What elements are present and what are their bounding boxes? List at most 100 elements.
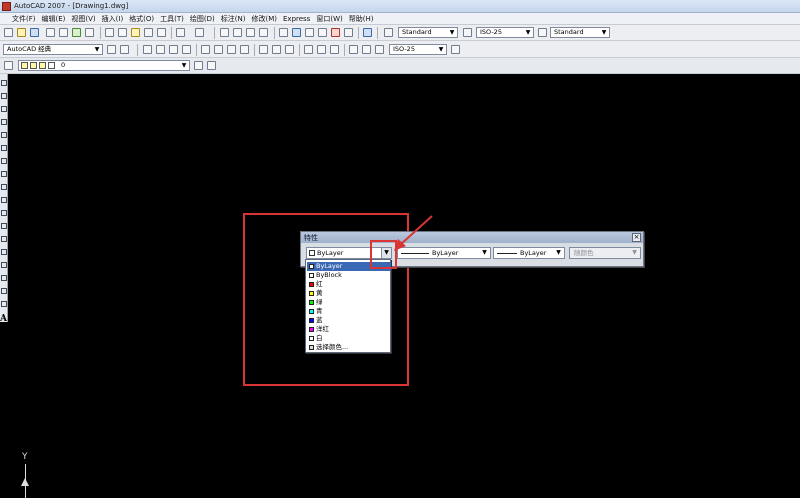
3d-dwf-icon[interactable] bbox=[85, 28, 94, 37]
insert-block-icon[interactable] bbox=[1, 223, 7, 229]
revcloud-icon[interactable] bbox=[1, 171, 7, 177]
dim-style-combo-2[interactable]: ISO-25 ▼ bbox=[389, 44, 447, 55]
redo-icon[interactable] bbox=[195, 28, 204, 37]
block-editor-icon[interactable] bbox=[157, 28, 166, 37]
circle-icon[interactable] bbox=[1, 158, 7, 164]
make-block-icon[interactable] bbox=[1, 236, 7, 242]
menu-item[interactable]: Express bbox=[280, 15, 313, 23]
dim-edit-icon[interactable] bbox=[349, 45, 358, 54]
color-option[interactable]: 黄 bbox=[307, 289, 391, 298]
zoom-realtime-icon[interactable] bbox=[233, 28, 242, 37]
gradient-icon[interactable] bbox=[1, 275, 7, 281]
polygon-icon[interactable] bbox=[1, 119, 7, 125]
plot-preview-icon[interactable] bbox=[59, 28, 68, 37]
workspace-combo[interactable]: AutoCAD 经典 ▼ bbox=[3, 44, 103, 55]
multiline-text-icon[interactable]: A bbox=[0, 314, 7, 324]
table-style-icon[interactable] bbox=[538, 28, 547, 37]
color-option[interactable]: 洋红 bbox=[307, 325, 391, 334]
menu-item[interactable]: 插入(I) bbox=[99, 14, 127, 24]
quick-dim-icon[interactable] bbox=[259, 45, 268, 54]
menu-item[interactable]: 工具(T) bbox=[157, 14, 187, 24]
menu-item[interactable]: 绘图(D) bbox=[187, 14, 218, 24]
menu-item[interactable]: 编辑(E) bbox=[39, 14, 69, 24]
color-option[interactable]: 白 bbox=[307, 334, 391, 343]
menu-item[interactable]: 视图(V) bbox=[68, 14, 98, 24]
color-option[interactable]: 红 bbox=[307, 280, 391, 289]
help-icon[interactable] bbox=[363, 28, 372, 37]
workspace-settings-icon[interactable] bbox=[107, 45, 116, 54]
publish-icon[interactable] bbox=[72, 28, 81, 37]
center-mark-icon[interactable] bbox=[330, 45, 339, 54]
ellipse-arc-icon[interactable] bbox=[1, 210, 7, 216]
match-properties-icon[interactable] bbox=[144, 28, 153, 37]
new-file-icon[interactable] bbox=[4, 28, 13, 37]
baseline-dim-icon[interactable] bbox=[272, 45, 281, 54]
pan-icon[interactable] bbox=[220, 28, 229, 37]
properties-icon[interactable] bbox=[279, 28, 288, 37]
dim-text-edit-icon[interactable] bbox=[362, 45, 371, 54]
hatch-icon[interactable] bbox=[1, 262, 7, 268]
table-style-combo[interactable]: Standard ▼ bbox=[550, 27, 610, 38]
layer-combo[interactable]: 0 ▼ bbox=[18, 60, 190, 71]
text-style-icon[interactable] bbox=[384, 28, 393, 37]
zoom-previous-icon[interactable] bbox=[259, 28, 268, 37]
plot-icon[interactable] bbox=[46, 28, 55, 37]
autocad-app-icon[interactable] bbox=[2, 2, 11, 11]
dim-update-icon[interactable] bbox=[375, 45, 384, 54]
jogged-dim-icon[interactable] bbox=[214, 45, 223, 54]
menu-item[interactable]: 窗口(W) bbox=[313, 14, 345, 24]
lineweight-control[interactable]: ByLayer ▼ bbox=[493, 247, 565, 259]
color-option[interactable]: 绿 bbox=[307, 298, 391, 307]
color-option[interactable]: ByBlock bbox=[307, 271, 391, 280]
menu-item[interactable]: 标注(N) bbox=[218, 14, 249, 24]
properties-toolbar-titlebar[interactable]: 特性 × bbox=[301, 232, 643, 243]
dim-style-combo[interactable]: ISO-25 ▼ bbox=[476, 27, 534, 38]
color-option[interactable]: 青 bbox=[307, 307, 391, 316]
zoom-window-icon[interactable] bbox=[246, 28, 255, 37]
diameter-dim-icon[interactable] bbox=[227, 45, 236, 54]
layer-previous-icon[interactable] bbox=[207, 61, 216, 70]
ellipse-icon[interactable] bbox=[1, 197, 7, 203]
construction-line-icon[interactable] bbox=[1, 93, 7, 99]
menu-item[interactable]: 帮助(H) bbox=[346, 14, 377, 24]
line-icon[interactable] bbox=[1, 80, 7, 86]
angular-dim-icon[interactable] bbox=[240, 45, 249, 54]
aligned-dim-icon[interactable] bbox=[156, 45, 165, 54]
design-center-icon[interactable] bbox=[292, 28, 301, 37]
arc-icon[interactable] bbox=[1, 145, 7, 151]
continue-dim-icon[interactable] bbox=[285, 45, 294, 54]
region-icon[interactable] bbox=[1, 288, 7, 294]
workspace-save-icon[interactable] bbox=[120, 45, 129, 54]
menu-item[interactable]: 格式(O) bbox=[126, 14, 157, 24]
make-current-layer-icon[interactable] bbox=[194, 61, 203, 70]
cut-icon[interactable] bbox=[105, 28, 114, 37]
point-icon[interactable] bbox=[1, 249, 7, 255]
quick-leader-icon[interactable] bbox=[304, 45, 313, 54]
layer-manager-icon[interactable] bbox=[4, 61, 13, 70]
color-option[interactable]: 选择颜色... bbox=[307, 343, 391, 352]
open-file-icon[interactable] bbox=[17, 28, 26, 37]
polyline-icon[interactable] bbox=[1, 106, 7, 112]
table-icon[interactable] bbox=[1, 301, 7, 307]
tool-palettes-icon[interactable] bbox=[305, 28, 314, 37]
radius-dim-icon[interactable] bbox=[201, 45, 210, 54]
paste-icon[interactable] bbox=[131, 28, 140, 37]
color-option[interactable]: 蓝 bbox=[307, 316, 391, 325]
menu-item[interactable]: 修改(M) bbox=[248, 14, 280, 24]
tolerance-icon[interactable] bbox=[317, 45, 326, 54]
ordinate-dim-icon[interactable] bbox=[182, 45, 191, 54]
copy-icon[interactable] bbox=[118, 28, 127, 37]
sheet-set-icon[interactable] bbox=[318, 28, 327, 37]
rectangle-icon[interactable] bbox=[1, 132, 7, 138]
close-icon[interactable]: × bbox=[632, 233, 641, 242]
menu-item[interactable]: 文件(F) bbox=[2, 14, 39, 24]
save-icon[interactable] bbox=[30, 28, 39, 37]
text-style-combo[interactable]: Standard ▼ bbox=[398, 27, 458, 38]
arc-length-icon[interactable] bbox=[169, 45, 178, 54]
undo-icon[interactable] bbox=[176, 28, 185, 37]
quickcalc-icon[interactable] bbox=[344, 28, 353, 37]
dim-style-icon[interactable] bbox=[463, 28, 472, 37]
markup-icon[interactable] bbox=[331, 28, 340, 37]
linear-dim-icon[interactable] bbox=[143, 45, 152, 54]
spline-icon[interactable] bbox=[1, 184, 7, 190]
